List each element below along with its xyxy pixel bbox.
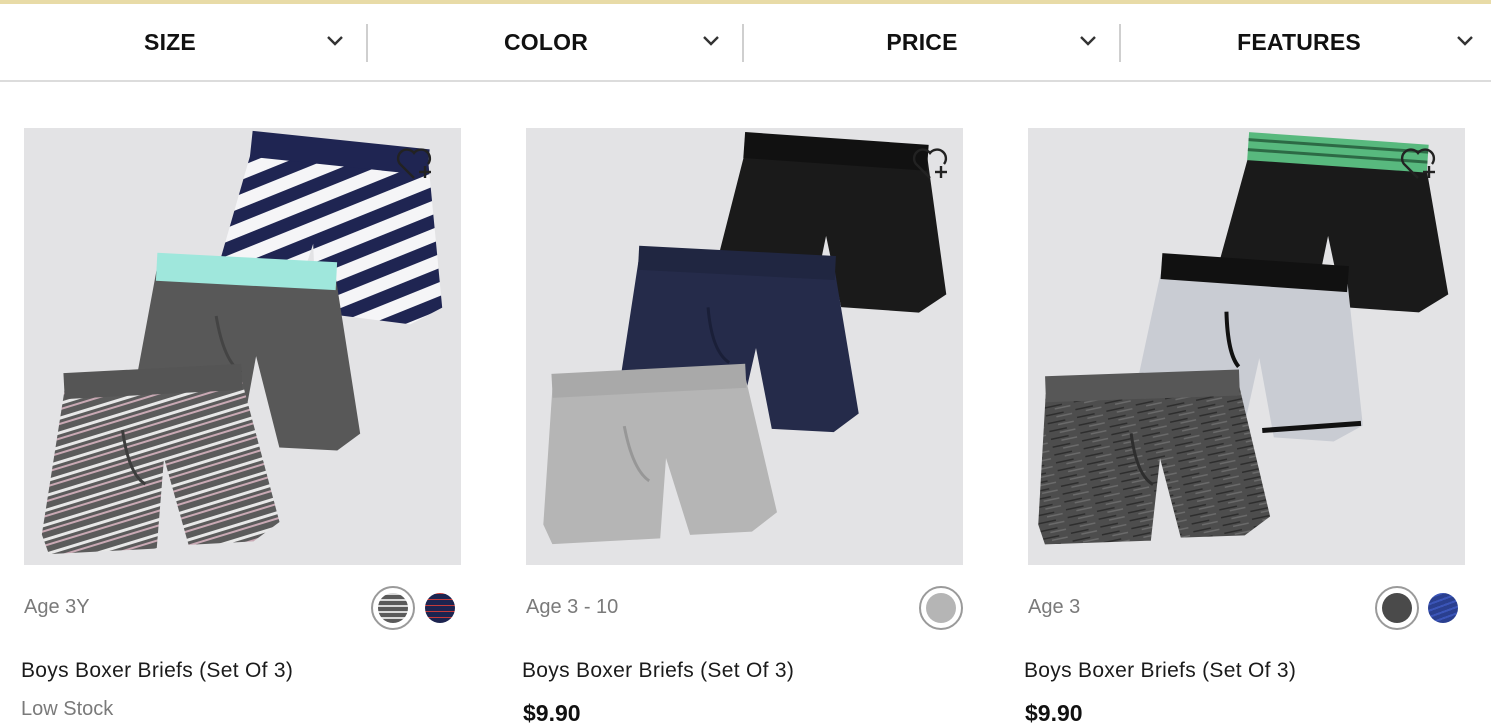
chevron-down-icon[interactable] [702,34,720,48]
product-image[interactable] [526,128,963,565]
color-swatch-selected[interactable] [919,586,963,630]
swatch-light-gray [926,593,956,623]
product-price: $9.90 [1025,700,1083,724]
swatch-dark-gray [1382,593,1412,623]
product-photo [41,130,443,555]
product-photo [543,132,947,545]
filter-color[interactable]: COLOR [368,4,724,80]
filter-features-label: FEATURES [1237,28,1361,55]
heart-plus-icon[interactable] [910,144,950,184]
product-name[interactable]: Boys Boxer Briefs (Set Of 3) [1024,659,1296,683]
heart-plus-icon[interactable] [394,144,434,184]
product-name[interactable]: Boys Boxer Briefs (Set Of 3) [522,659,794,683]
swatch-gray-stripe [378,593,408,623]
chevron-down-icon[interactable] [326,34,344,48]
filter-features[interactable]: FEATURES [1121,4,1477,80]
color-swatch[interactable] [1421,586,1465,630]
product-image[interactable] [24,128,461,565]
product-photo [1038,132,1449,545]
filter-price[interactable]: PRICE [744,4,1100,80]
heart-plus-icon[interactable] [1398,144,1438,184]
filter-bar: SIZE COLOR PRICE FEATURES [0,4,1491,82]
color-swatch-selected[interactable] [371,586,415,630]
chevron-down-icon[interactable] [1079,34,1097,48]
chevron-down-icon[interactable] [1456,34,1474,48]
color-swatch[interactable] [418,586,462,630]
filter-price-label: PRICE [886,28,958,55]
product-name[interactable]: Boys Boxer Briefs (Set Of 3) [21,659,293,683]
product-age: Age 3 - 10 [526,596,619,618]
swatch-navy-stripe [425,593,455,623]
product-age: Age 3Y [24,596,90,618]
product-age: Age 3 [1028,596,1081,618]
filter-size[interactable]: SIZE [0,4,340,80]
stock-status: Low Stock [21,698,114,720]
product-image[interactable] [1028,128,1465,565]
filter-color-label: COLOR [503,28,589,55]
product-price: $9.90 [523,700,581,724]
filter-size-label: SIZE [144,28,196,55]
color-swatch-selected[interactable] [1375,586,1419,630]
swatch-blue [1428,593,1458,623]
